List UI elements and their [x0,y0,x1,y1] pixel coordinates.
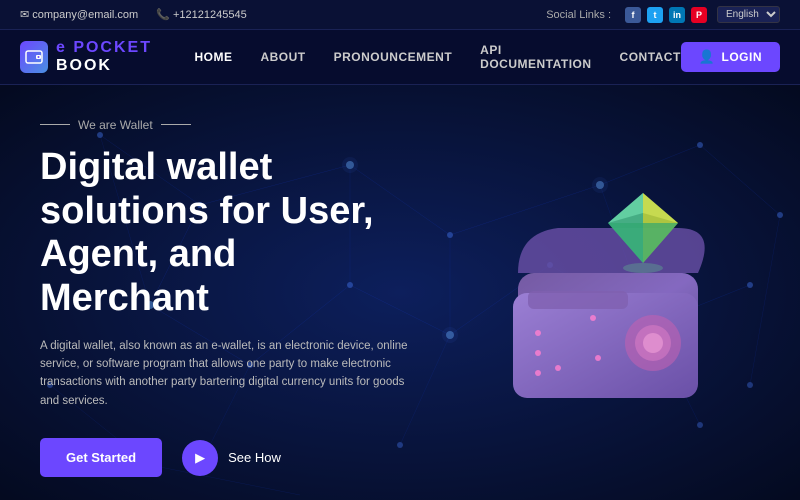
hero-content: We are Wallet Digital wallet solutions f… [0,85,440,500]
logo-text: e POCKET BOOK [56,39,195,75]
topbar-social: Social Links : f t in P English [546,6,780,23]
pinterest-icon[interactable]: P [691,7,707,23]
language-select[interactable]: English [717,6,780,23]
nav-about[interactable]: ABOUT [260,50,305,64]
hero-image [416,85,800,500]
hero-description: A digital wallet, also known as an e-wal… [40,337,410,411]
hero-section: We are Wallet Digital wallet solutions f… [0,85,800,500]
nav-api-docs[interactable]: API DOCUMENTATION [480,43,591,71]
topbar: ✉ company@email.com 📞 +12121245545 Socia… [0,0,800,30]
nav-pronouncement[interactable]: PRONOUNCEMENT [334,50,453,64]
social-label: Social Links : [546,9,611,21]
facebook-icon[interactable]: f [625,7,641,23]
nav-links: HOME ABOUT PRONOUNCEMENT API DOCUMENTATI… [194,43,680,71]
phone-info: 📞 +12121245545 [156,8,246,21]
get-started-button[interactable]: Get Started [40,438,162,477]
title-line-left [40,124,70,125]
topbar-contact: ✉ company@email.com 📞 +12121245545 [20,8,247,21]
nav-contact[interactable]: CONTACT [620,50,681,64]
social-icons-group: f t in P [625,7,707,23]
we-are-wallet-label: We are Wallet [40,118,410,132]
we-are-wallet-text: We are Wallet [78,118,153,132]
email-info: ✉ company@email.com [20,8,138,21]
wallet-svg [458,143,758,443]
logo-book: BOOK [56,57,112,74]
logo-icon [20,41,48,73]
see-how-group[interactable]: ▶ See How [182,440,281,476]
hero-title: Digital wallet solutions for User, Agent… [40,146,410,321]
hero-actions: Get Started ▶ See How [40,438,410,477]
login-label: LOGIN [722,50,763,64]
logo-pocket: e POCKET [56,39,152,56]
navbar: e POCKET BOOK HOME ABOUT PRONOUNCEMENT A… [0,30,800,85]
twitter-icon[interactable]: t [647,7,663,23]
nav-home[interactable]: HOME [194,50,232,64]
login-button[interactable]: 👤 LOGIN [681,42,780,72]
login-icon: 👤 [699,49,716,65]
play-button[interactable]: ▶ [182,440,218,476]
linkedin-icon[interactable]: in [669,7,685,23]
see-how-text: See How [228,450,281,465]
logo[interactable]: e POCKET BOOK [20,39,194,75]
title-line-right [161,124,191,125]
